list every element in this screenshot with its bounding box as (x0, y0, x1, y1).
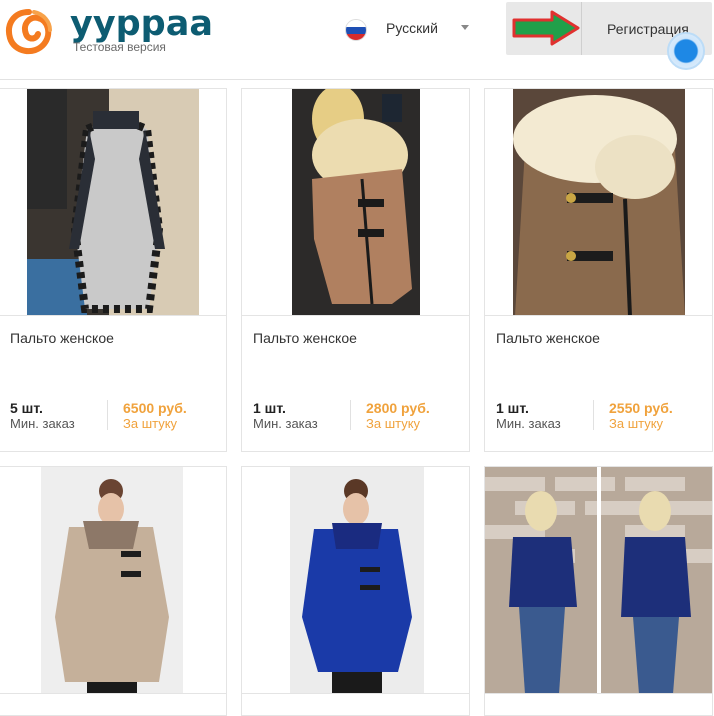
product-price: 6500 руб. (123, 400, 187, 416)
product-image[interactable] (0, 467, 226, 694)
orange-swirl-logo-icon[interactable] (4, 8, 54, 56)
product-image[interactable] (0, 89, 226, 316)
min-quantity: 1 шт. (253, 400, 286, 416)
divider (350, 400, 351, 430)
chevron-down-icon[interactable] (461, 25, 469, 30)
language-selector[interactable]: Русский (386, 20, 438, 36)
product-card[interactable] (241, 466, 470, 716)
divider (593, 400, 594, 430)
min-quantity: 5 шт. (10, 400, 43, 416)
product-card[interactable]: Пальто женское 1 шт. Мин. заказ 2550 руб… (484, 88, 713, 452)
divider (107, 400, 108, 430)
min-order-label: Мин. заказ (496, 416, 561, 431)
min-quantity: 1 шт. (496, 400, 529, 416)
site-header: yyppaa Тестовая версия Русский Регистрац… (0, 0, 714, 80)
product-title[interactable]: Пальто женское (496, 330, 600, 346)
product-card[interactable] (484, 466, 713, 716)
green-arrow-icon (512, 10, 580, 46)
click-indicator (667, 32, 705, 70)
divider (581, 2, 582, 55)
product-image[interactable] (485, 89, 712, 316)
product-image[interactable] (242, 89, 469, 316)
price-unit-label: За штуку (609, 416, 664, 431)
min-order-label: Мин. заказ (253, 416, 318, 431)
tagline: Тестовая версия (73, 40, 166, 54)
product-card[interactable]: Пальто женское 1 шт. Мин. заказ 2800 руб… (241, 88, 470, 452)
russia-flag-icon[interactable] (345, 19, 367, 41)
product-price: 2550 руб. (609, 400, 673, 416)
product-title[interactable]: Пальто женское (10, 330, 114, 346)
product-card[interactable]: Пальто женское 5 шт. Мин. заказ 6500 руб… (0, 88, 227, 452)
brand-name[interactable]: yyppaa (70, 4, 213, 44)
price-unit-label: За штуку (123, 416, 178, 431)
product-card[interactable] (0, 466, 227, 716)
min-order-label: Мин. заказ (10, 416, 75, 431)
price-unit-label: За штуку (366, 416, 421, 431)
product-title[interactable]: Пальто женское (253, 330, 357, 346)
product-price: 2800 руб. (366, 400, 430, 416)
product-image[interactable] (485, 467, 712, 694)
product-image[interactable] (242, 467, 469, 694)
